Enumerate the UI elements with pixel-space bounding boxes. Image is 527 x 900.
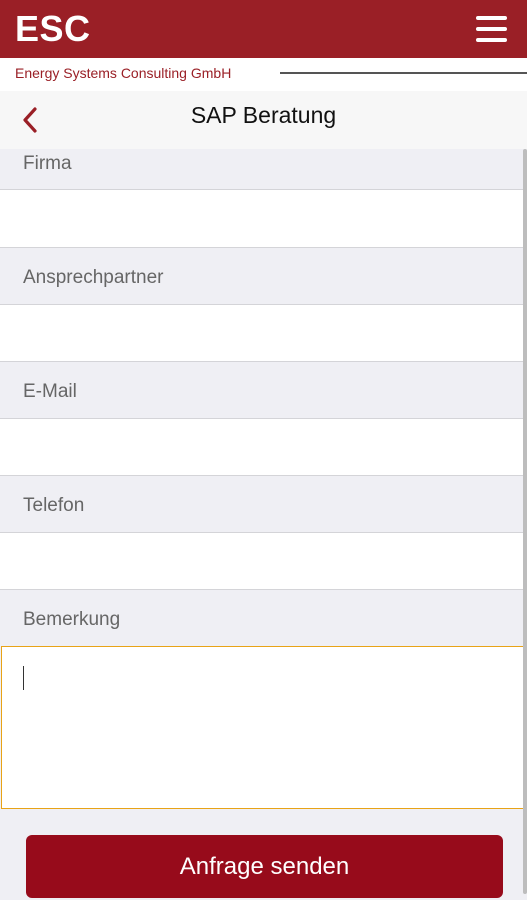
page-title: SAP Beratung [190,102,337,128]
nav-bar: SAP Beratung [0,91,527,150]
ansprechpartner-label-row: Ansprechpartner [0,248,527,305]
company-banner: Energy Systems Consulting GmbH [0,58,527,91]
bemerkung-textarea[interactable] [1,646,525,809]
ansprechpartner-label: Ansprechpartner [23,267,164,288]
menu-bar-middle [476,27,507,31]
telefon-input[interactable] [0,533,527,590]
app-header: ESC [0,0,527,58]
scrollbar[interactable] [523,149,527,894]
menu-bar-bottom [476,38,507,42]
firma-label: Firma [23,153,72,174]
email-field[interactable] [0,419,527,476]
esc-logo[interactable]: ESC [15,8,91,50]
email-label: E-Mail [23,381,77,402]
submit-request-button[interactable]: Anfrage senden [26,835,503,898]
firma-label-row: Firma [0,149,527,190]
divider-line [280,72,527,74]
hamburger-menu-icon[interactable] [476,16,507,42]
company-name: Energy Systems Consulting GmbH [15,65,232,81]
bemerkung-label-row: Bemerkung [0,590,527,646]
email-label-row: E-Mail [0,362,527,419]
bemerkung-label: Bemerkung [23,609,121,630]
telefon-label: Telefon [23,495,85,516]
telefon-label-row: Telefon [0,476,527,533]
firma-input[interactable] [0,190,527,248]
text-caret [23,666,24,690]
ansprechpartner-input[interactable] [0,305,527,362]
menu-bar-top [476,16,507,20]
